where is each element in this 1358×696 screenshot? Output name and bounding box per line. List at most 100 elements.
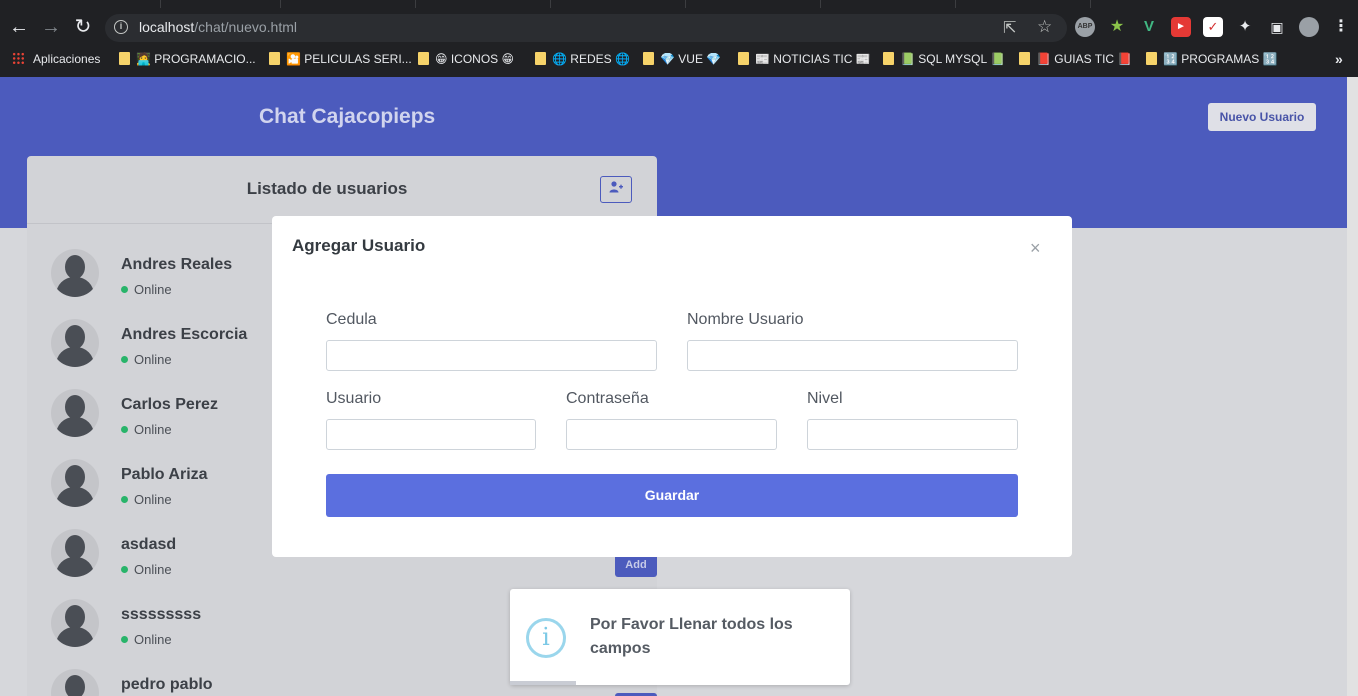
status-text: Online [134,632,172,647]
bookmark-label: 😁 ICONOS 😁 [435,52,515,66]
cedula-field[interactable] [326,340,657,371]
forward-icon[interactable]: → [39,15,63,39]
browser-chrome: ← → ↻ i localhost/chat/nuevo.html ⇱ ☆ AB… [0,0,1358,77]
bookmark-apps[interactable]: Aplicaciones [12,50,100,68]
vue-devtools-icon[interactable]: V [1139,17,1159,37]
folder-icon [535,52,546,65]
folder-icon [883,52,894,65]
url-host: localhost [139,19,195,35]
side-panel-icon[interactable]: ▣ [1267,17,1287,37]
bookmark-label: Aplicaciones [33,52,101,66]
user-name: pedro pablo [121,676,213,693]
avatar [51,319,99,367]
bookmark-redes[interactable]: 🌐 REDES 🌐 [535,50,630,68]
bookmark-programas[interactable]: 🔢 PROGRAMAS 🔢 [1146,50,1278,68]
bookmarks-bar: Aplicaciones 🧑‍💻 PROGRAMACIO... 🎦 PELICU… [0,46,1358,72]
user-status: Online [121,492,172,507]
back-icon[interactable]: ← [7,15,31,39]
user-status: Online [121,352,172,367]
avatar [51,669,99,696]
adblock-extension-icon[interactable]: ABP [1075,17,1095,37]
online-dot-icon [121,566,128,573]
page-scrollbar[interactable] [1347,77,1358,696]
app-title: Chat Cajacopieps [259,105,436,128]
nivel-field[interactable] [807,419,1018,450]
menu-kebab-icon[interactable]: ⋮ [1331,17,1351,37]
bookmark-label: 📕 GUIAS TIC 📕 [1036,52,1133,66]
url-text[interactable]: localhost/chat/nuevo.html [139,19,297,35]
star-extension-icon[interactable]: ★ [1107,17,1127,37]
folder-icon [269,52,280,65]
online-dot-icon [121,636,128,643]
bookmark-label: 🎦 PELICULAS SERI... [286,52,412,66]
bookmark-label: 🌐 REDES 🌐 [552,52,630,66]
nombre-usuario-field[interactable] [687,340,1018,371]
usuario-label: Usuario [326,390,382,407]
online-dot-icon [121,496,128,503]
add-user-icon-button[interactable] [600,176,632,203]
more-bookmarks-chevron[interactable]: » [1335,50,1343,68]
bookmark-peliculas[interactable]: 🎦 PELICULAS SERI... [269,50,412,68]
info-icon: i [526,618,566,658]
close-icon[interactable]: × [1030,238,1041,258]
panel-title: Listado de usuarios [246,179,408,198]
folder-icon [1019,52,1030,65]
profile-avatar[interactable] [1299,17,1319,37]
add-user-modal: Agregar Usuario × Cedula Nombre Usuario … [272,216,1072,557]
toast-progress-bar [510,681,576,685]
avatar [51,459,99,507]
user-name: Andres Reales [121,256,233,273]
bookmark-star-icon[interactable]: ☆ [1037,17,1052,37]
save-button[interactable]: Guardar [326,474,1018,517]
folder-icon [418,52,429,65]
tab-strip [0,0,1358,8]
media-extension-icon[interactable]: ► [1171,17,1191,37]
online-dot-icon [121,426,128,433]
cedula-label: Cedula [326,311,377,328]
user-name: Andres Escorcia [121,326,248,343]
bookmark-label: 🧑‍💻 PROGRAMACIO... [136,52,256,66]
toast-notification: i Por Favor Llenar todos los campos [510,589,850,685]
user-name: sssssssss [121,606,202,623]
password-field[interactable] [566,419,777,450]
bookmark-label: 📰 NOTICIAS TIC 📰 [755,52,871,66]
usuario-field[interactable] [326,419,536,450]
site-info-icon[interactable]: i [114,20,128,34]
nivel-label: Nivel [807,390,843,407]
user-status: Online [121,422,172,437]
user-name: Pablo Ariza [121,466,208,483]
bookmark-guias[interactable]: 📕 GUIAS TIC 📕 [1019,50,1132,68]
bookmark-sql[interactable]: 📗 SQL MYSQL 📗 [883,50,1005,68]
user-name: asdasd [121,536,177,553]
nombre-label: Nombre Usuario [687,311,804,328]
contrasena-label: Contraseña [566,390,649,407]
share-icon[interactable]: ⇱ [1003,18,1016,38]
avatar [51,389,99,437]
online-dot-icon [121,356,128,363]
avatar [51,249,99,297]
bookmark-programacion[interactable]: 🧑‍💻 PROGRAMACIO... [119,50,256,68]
url-path: /chat/nuevo.html [194,19,297,35]
apps-grid-icon [12,52,25,65]
status-text: Online [134,422,172,437]
panel-header: Listado de usuarios [27,156,657,224]
status-text: Online [134,562,172,577]
bookmark-vue[interactable]: 💎 VUE 💎 [643,50,721,68]
folder-icon [643,52,654,65]
address-bar[interactable]: i localhost/chat/nuevo.html ⇱ ☆ [105,14,1067,42]
user-status: Online [121,632,172,647]
folder-icon [738,52,749,65]
bookmark-noticias[interactable]: 📰 NOTICIAS TIC 📰 [738,50,871,68]
new-user-button[interactable]: Nuevo Usuario [1208,103,1316,131]
bookmark-iconos[interactable]: 😁 ICONOS 😁 [418,50,514,68]
folder-icon [1146,52,1157,65]
checklist-extension-icon[interactable]: ✓ [1203,17,1223,37]
online-dot-icon [121,286,128,293]
bookmark-label: 🔢 PROGRAMAS 🔢 [1163,52,1278,66]
modal-title: Agregar Usuario [292,236,426,255]
bookmark-label: 📗 SQL MYSQL 📗 [900,52,1006,66]
reload-icon[interactable]: ↻ [71,15,95,39]
avatar [51,529,99,577]
user-name: Carlos Perez [121,396,218,413]
extensions-puzzle-icon[interactable]: ✦ [1235,17,1255,37]
